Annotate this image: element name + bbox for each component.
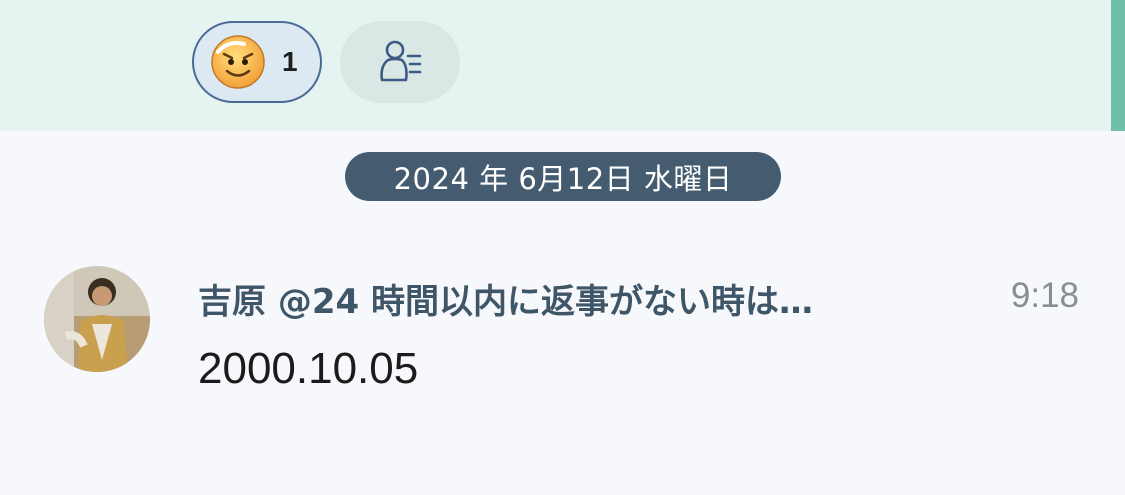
smiling-face-icon (211, 35, 265, 89)
date-divider: 2024 年 6月12日 水曜日 (345, 152, 781, 201)
chat-view: 1 2024 年 6月12日 水曜日 吉原 @24 時間以内に返事がない時は… … (0, 0, 1125, 495)
sender-name[interactable]: 吉原 @24 時間以内に返事がない時は… (198, 274, 938, 323)
avatar[interactable] (44, 266, 150, 372)
avatar-photo (44, 266, 150, 372)
add-reaction-button[interactable] (340, 21, 460, 103)
reaction-strip: 1 (0, 0, 1125, 131)
emoji-reaction-button[interactable]: 1 (192, 21, 322, 103)
scroll-accent-bar (1111, 0, 1125, 131)
message-time: 9:18 (1010, 276, 1079, 315)
reaction-count: 1 (282, 46, 298, 77)
message-text: 2000.10.05 (198, 344, 419, 393)
add-reaction-person-icon (380, 40, 422, 82)
